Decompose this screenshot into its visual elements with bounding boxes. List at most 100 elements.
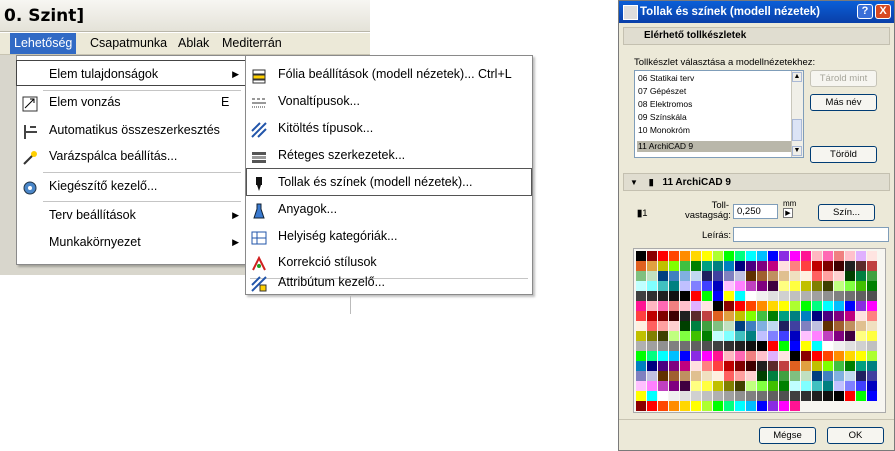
pen-color-swatch[interactable] (867, 361, 877, 371)
pen-color-swatch[interactable] (724, 271, 734, 281)
pen-color-swatch[interactable] (845, 251, 855, 261)
list-item[interactable]: 10 Monokróm (637, 125, 791, 136)
pen-color-swatch[interactable] (636, 391, 646, 401)
pen-color-swatch[interactable] (812, 341, 822, 351)
pen-color-swatch[interactable] (647, 301, 657, 311)
pen-color-swatch[interactable] (669, 391, 679, 401)
pen-color-swatch[interactable] (746, 251, 756, 261)
pen-color-swatch[interactable] (867, 381, 877, 391)
pen-color-swatch[interactable] (680, 261, 690, 271)
pen-color-swatch[interactable] (636, 261, 646, 271)
pen-color-swatch[interactable] (680, 371, 690, 381)
pen-color-swatch[interactable] (669, 301, 679, 311)
pen-color-swatch[interactable] (834, 281, 844, 291)
pen-color-swatch[interactable] (669, 381, 679, 391)
description-input[interactable] (733, 227, 889, 242)
pen-color-swatch[interactable] (658, 271, 668, 281)
pen-color-swatch[interactable] (680, 401, 690, 411)
pen-color-swatch[interactable] (735, 251, 745, 261)
pen-color-swatch[interactable] (724, 391, 734, 401)
pen-color-swatch[interactable] (647, 271, 657, 281)
pen-color-swatch[interactable] (691, 321, 701, 331)
pen-color-swatch[interactable] (845, 281, 855, 291)
pen-color-swatch[interactable] (669, 351, 679, 361)
pen-color-swatch[interactable] (746, 351, 756, 361)
pen-color-swatch[interactable] (856, 261, 866, 271)
pen-color-swatch[interactable] (746, 381, 756, 391)
list-item[interactable]: 08 Elektromos (637, 99, 791, 110)
pen-color-swatch[interactable] (768, 251, 778, 261)
pen-color-swatch[interactable] (823, 381, 833, 391)
pen-color-swatch[interactable] (691, 261, 701, 271)
pen-color-swatch[interactable] (658, 311, 668, 321)
pen-color-swatch[interactable] (636, 361, 646, 371)
pen-color-swatch[interactable] (669, 281, 679, 291)
pen-color-swatch[interactable] (735, 391, 745, 401)
pen-color-swatch[interactable] (669, 331, 679, 341)
pen-color-swatch[interactable] (768, 311, 778, 321)
pen-color-swatch[interactable] (702, 361, 712, 371)
pen-color-swatch[interactable] (757, 351, 767, 361)
pen-color-swatch[interactable] (713, 391, 723, 401)
pen-color-swatch[interactable] (636, 401, 646, 411)
pen-color-swatch[interactable] (845, 291, 855, 301)
pen-color-swatch[interactable] (801, 361, 811, 371)
pen-color-swatch[interactable] (636, 381, 646, 391)
pen-color-swatch[interactable] (713, 371, 723, 381)
pen-color-swatch[interactable] (768, 401, 778, 411)
pen-color-swatch[interactable] (735, 371, 745, 381)
pen-color-swatch[interactable] (691, 271, 701, 281)
pen-color-swatch[interactable] (801, 321, 811, 331)
pen-color-swatch[interactable] (812, 381, 822, 391)
pen-color-swatch[interactable] (713, 261, 723, 271)
pen-color-swatch[interactable] (746, 271, 756, 281)
pen-color-swatch[interactable] (669, 271, 679, 281)
pen-color-swatch[interactable] (691, 351, 701, 361)
pen-color-swatch[interactable] (669, 291, 679, 301)
pen-color-swatch[interactable] (834, 261, 844, 271)
pen-color-swatch[interactable] (735, 401, 745, 411)
pen-color-swatch[interactable] (801, 341, 811, 351)
menu-lehetoseg[interactable]: Lehetőség (10, 33, 77, 54)
pen-color-swatch[interactable] (636, 301, 646, 311)
pen-color-swatch[interactable] (647, 341, 657, 351)
pen-color-swatch[interactable] (856, 381, 866, 391)
pen-color-swatch[interactable] (779, 331, 789, 341)
pen-color-swatch[interactable] (801, 281, 811, 291)
submenu-item-attributum-kezelo[interactable]: Attribútum kezelő... (246, 268, 532, 296)
pen-color-swatch[interactable] (702, 381, 712, 391)
pen-color-swatch[interactable] (768, 351, 778, 361)
pen-color-swatch[interactable] (867, 261, 877, 271)
pen-color-swatch[interactable] (856, 341, 866, 351)
pen-color-swatch[interactable] (768, 391, 778, 401)
pen-color-swatch[interactable] (812, 331, 822, 341)
pen-color-swatch[interactable] (768, 261, 778, 271)
pen-color-swatch[interactable] (790, 261, 800, 271)
pen-color-swatch[interactable] (845, 301, 855, 311)
pen-color-swatch[interactable] (658, 281, 668, 291)
pen-color-swatch[interactable] (779, 261, 789, 271)
pen-color-swatch[interactable] (790, 351, 800, 361)
pen-color-swatch[interactable] (724, 251, 734, 261)
pen-color-swatch[interactable] (757, 311, 767, 321)
pen-color-swatch[interactable] (768, 301, 778, 311)
pen-color-swatch[interactable] (823, 331, 833, 341)
pen-color-swatch[interactable] (801, 311, 811, 321)
pen-color-swatch[interactable] (779, 301, 789, 311)
pen-color-swatch[interactable] (669, 321, 679, 331)
pen-color-swatch[interactable] (735, 351, 745, 361)
pen-color-swatch[interactable] (735, 341, 745, 351)
penset-list[interactable]: 06 Statikai terv 07 Gépészet 08 Elektrom… (634, 70, 804, 158)
pen-color-swatch[interactable] (680, 251, 690, 261)
menu-item-kiegeszito-kezelo[interactable]: Kiegészítő kezelő... (17, 172, 245, 200)
pen-color-swatch[interactable] (746, 361, 756, 371)
pen-color-swatch[interactable] (867, 321, 877, 331)
pen-color-swatch[interactable] (724, 281, 734, 291)
pen-color-swatch[interactable] (713, 331, 723, 341)
pen-color-swatch[interactable] (691, 361, 701, 371)
pen-color-swatch[interactable] (658, 371, 668, 381)
pen-color-swatch[interactable] (823, 261, 833, 271)
pen-color-swatch[interactable] (680, 311, 690, 321)
pen-color-swatch[interactable] (702, 281, 712, 291)
pen-color-swatch[interactable] (823, 291, 833, 301)
